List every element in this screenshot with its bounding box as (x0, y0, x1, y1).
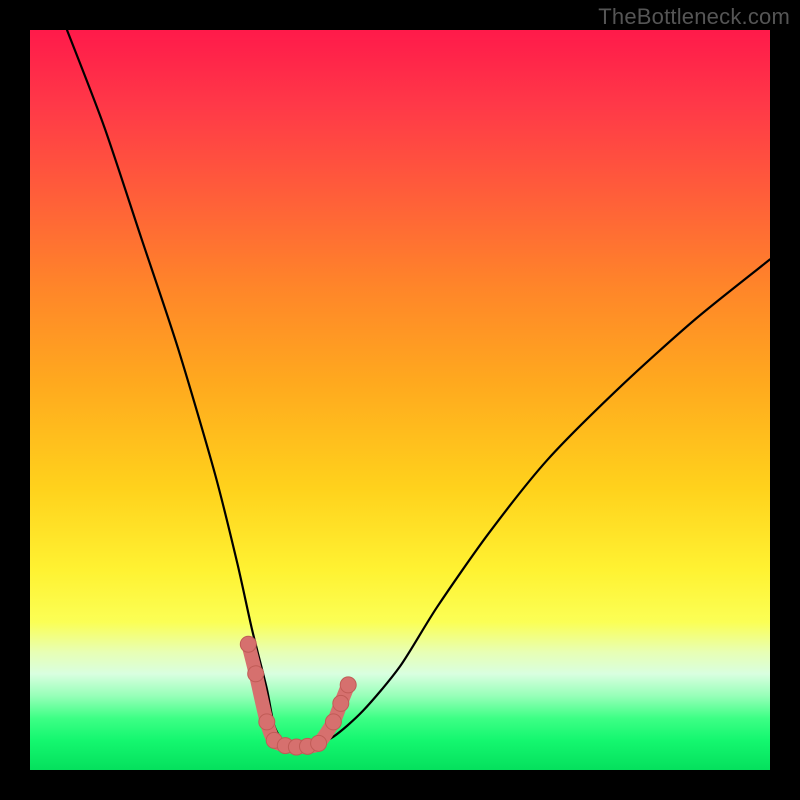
marker-dot (325, 714, 341, 730)
watermark-text: TheBottleneck.com (598, 4, 790, 30)
marker-dot (248, 666, 264, 682)
marker-dot (240, 636, 256, 652)
markers-basin-highlight (248, 644, 348, 747)
marker-dot (259, 714, 275, 730)
marker-dot (340, 677, 356, 693)
marker-dot (333, 695, 349, 711)
bottleneck-curve (67, 30, 770, 748)
marker-dot (311, 735, 327, 751)
chart-frame: TheBottleneck.com (0, 0, 800, 800)
chart-svg (30, 30, 770, 770)
